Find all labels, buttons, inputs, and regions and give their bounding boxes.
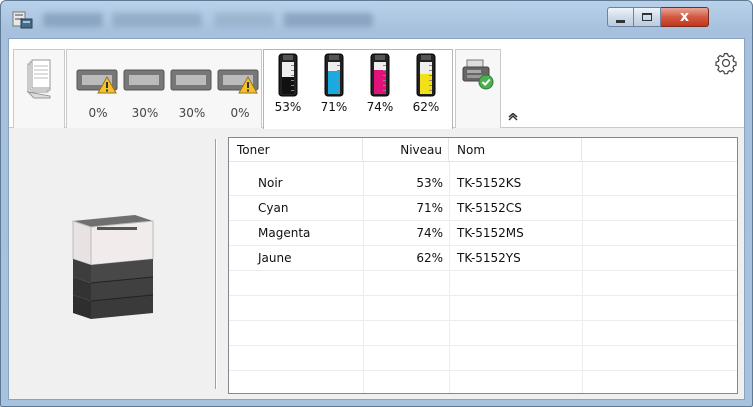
maximize-button[interactable] (634, 7, 661, 27)
toner-scale-tick (429, 80, 432, 81)
toner-scale-tick (337, 90, 340, 91)
warning-icon (238, 76, 258, 94)
toner-model: TK-5152KS (457, 176, 522, 190)
toner-scale-tick (291, 70, 294, 71)
toner-scale-tick (429, 90, 432, 91)
toner-cyan-percent: 71% (320, 100, 348, 114)
title-bar[interactable]: x (1, 1, 752, 39)
tray-3-percent: 30% (178, 106, 206, 120)
toner-scale-tick (337, 80, 340, 81)
tray-1-percent: 0% (88, 106, 108, 120)
tray-icon (170, 69, 212, 91)
toner-level: 62% (416, 251, 443, 265)
toner-scale-tick (291, 90, 294, 91)
toner-scale-tick (291, 80, 294, 81)
table-row[interactable]: Cyan 71% TK-5152CS (229, 196, 737, 221)
toner-model: TK-5152YS (457, 251, 521, 265)
collapse-chevron-icon[interactable] (508, 113, 518, 121)
table-header: Toner Niveau Nom (229, 138, 737, 162)
panel-divider[interactable] (215, 139, 217, 389)
toner-magenta-percent: 74% (366, 100, 394, 114)
toner-scale-tick (429, 85, 432, 86)
close-button[interactable]: x (661, 7, 709, 27)
gear-icon[interactable] (714, 51, 738, 75)
toner-scale-tick (383, 65, 386, 66)
toner-icon (324, 53, 344, 97)
tray-4-percent: 0% (230, 106, 250, 120)
toner-scale-tick (429, 70, 432, 71)
toner-model: TK-5152MS (457, 226, 524, 240)
table-row[interactable]: Noir 53% TK-5152KS (229, 171, 737, 196)
column-header-niveau[interactable]: Niveau (363, 138, 449, 162)
toner-icon (370, 53, 390, 97)
close-icon: x (679, 9, 690, 25)
toner-scale-tick (429, 65, 432, 66)
minimize-button[interactable] (607, 7, 634, 27)
toner-name: Magenta (258, 226, 311, 240)
printer-status-icon (462, 59, 494, 90)
status-toolbar: 0% 30% 30% 0% 53% 71% 74% 62% (9, 39, 744, 129)
toner-level: 71% (416, 201, 443, 215)
toner-scale-tick (383, 85, 386, 86)
app-printer-icon (12, 11, 33, 29)
toner-icon (278, 53, 298, 97)
maximize-icon (642, 13, 652, 21)
toner-scale-tick (383, 70, 386, 71)
warning-icon (97, 76, 117, 94)
table-row-empty (229, 271, 737, 296)
tray-2[interactable] (122, 66, 168, 96)
tray-icon (123, 69, 165, 91)
table-row-empty (229, 321, 737, 346)
paper-trays-group[interactable]: 0% 30% 30% 0% (66, 49, 262, 128)
tray-3[interactable] (169, 66, 215, 96)
table-row-empty (229, 296, 737, 321)
paper-group[interactable] (13, 49, 65, 128)
toner-scale-tick (337, 65, 340, 66)
toner-group[interactable]: 53% 71% 74% 62% (263, 49, 453, 129)
toner-level: 53% (416, 176, 443, 190)
client-area: 0% 30% 30% 0% 53% 71% 74% 62% Toner Nive… (8, 38, 745, 400)
paper-stack-icon (26, 59, 51, 99)
toner-scale-tick (291, 85, 294, 86)
toner-scale-tick (429, 75, 432, 76)
minimize-icon (616, 19, 625, 23)
toner-scale-tick (291, 75, 294, 76)
table-row[interactable]: Jaune 62% TK-5152YS (229, 246, 737, 271)
toner-scale-tick (291, 65, 294, 66)
toner-name: Noir (258, 176, 283, 190)
toner-model: TK-5152CS (457, 201, 522, 215)
toner-name: Jaune (258, 251, 292, 265)
table-row-empty (229, 346, 737, 371)
tray-2-percent: 30% (131, 106, 159, 120)
status-panel: Toner Niveau Nom Noir 53% TK-5152KS Cyan… (9, 129, 744, 399)
status-monitor-window: x 0% 30% 30% 0% 53% 71% 74% 62% Toner Ni… (0, 0, 753, 407)
toner-black-percent: 53% (274, 100, 302, 114)
toner-scale-tick (383, 80, 386, 81)
toner-scale-tick (383, 75, 386, 76)
toner-scale-tick (337, 85, 340, 86)
column-header-toner[interactable]: Toner (229, 138, 363, 162)
column-header-nom[interactable]: Nom (449, 138, 582, 162)
toner-scale-tick (337, 70, 340, 71)
toner-scale-tick (337, 75, 340, 76)
toner-name: Cyan (258, 201, 289, 215)
window-title (43, 13, 373, 27)
toner-yellow-percent: 62% (412, 100, 440, 114)
printer-status-tab[interactable] (455, 49, 501, 128)
toner-level: 74% (416, 226, 443, 240)
table-row[interactable]: Magenta 74% TK-5152MS (229, 221, 737, 246)
toner-table: Toner Niveau Nom Noir 53% TK-5152KS Cyan… (228, 137, 738, 394)
toner-scale-tick (383, 90, 386, 91)
printer-image (72, 215, 154, 319)
toner-icon (416, 53, 436, 97)
